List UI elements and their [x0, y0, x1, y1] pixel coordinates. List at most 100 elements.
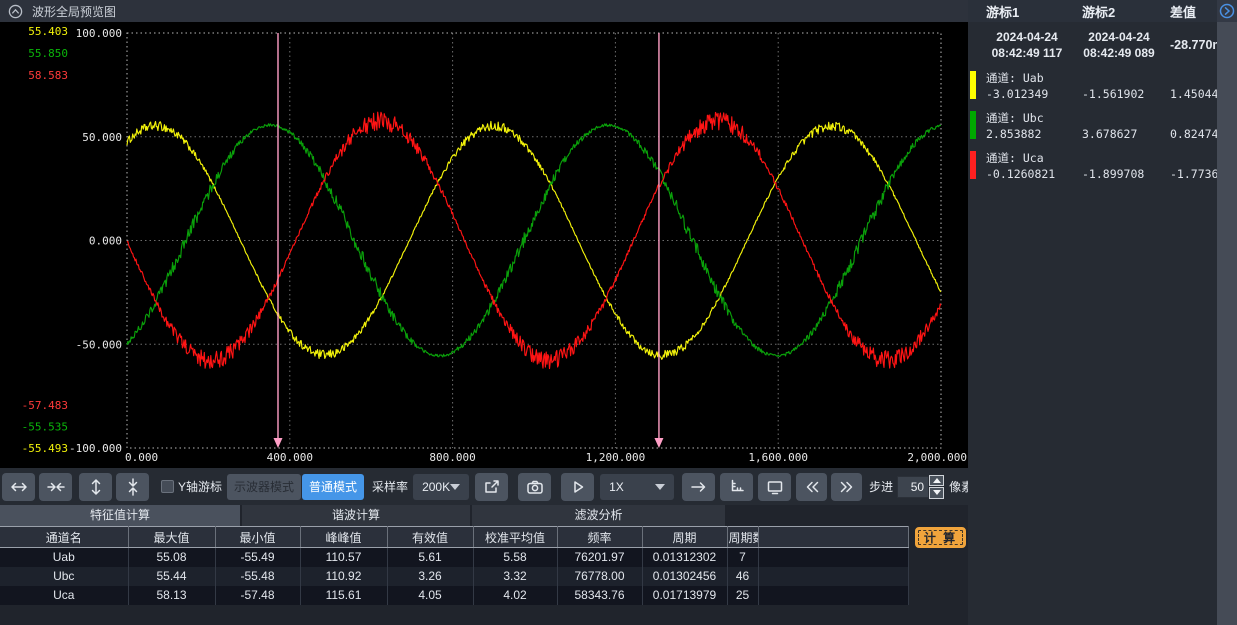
channel-cursor2-value: -1.561902 [1082, 87, 1170, 101]
cell: 5.58 [473, 548, 557, 567]
diff-header: 差值 [1170, 2, 1217, 21]
cursor-arrow-icon[interactable] [273, 438, 282, 448]
y-axis-tick-label: -100.000 [69, 442, 122, 455]
triangle-up-icon [933, 478, 941, 483]
col-channel-name: 通道名 [0, 527, 128, 548]
page-left-button[interactable] [796, 473, 827, 501]
cell: 0.01713979 [642, 586, 727, 605]
table-header-row: 通道名 最大值 最小值 峰峰值 有效值 校准平均值 频率 周期 周期数 [0, 527, 908, 548]
collapse-panel-icon[interactable] [8, 4, 23, 19]
playback-speed-dropdown[interactable]: 1X [600, 474, 674, 500]
y-axis-tick-label: 50.000 [82, 131, 122, 144]
chevron-down-icon [450, 484, 460, 490]
step-size-input[interactable] [897, 476, 929, 498]
expand-vertical-icon [88, 478, 104, 496]
step-increment-button[interactable] [929, 475, 944, 487]
cell: 4.02 [473, 586, 557, 605]
col-calibrated-mean: 校准平均值 [473, 527, 557, 548]
table-row-ubc[interactable]: Ubc55.44-55.48110.923.263.3276778.000.01… [0, 567, 908, 586]
step-decrement-button[interactable] [929, 487, 944, 499]
cursor-channel-ubc: 通道: Ubc 2.853882 3.678627 0.8247445 [968, 110, 1217, 141]
circle-chevron-right-icon [1219, 3, 1235, 19]
panel-expand-button[interactable] [1219, 3, 1235, 19]
playback-speed-value: 1X [609, 480, 624, 494]
waveform-plot: 100.00050.0000.000-50.000-100.0000.00040… [0, 22, 968, 468]
table-row-uab[interactable]: Uab55.08-55.49110.575.615.5876201.970.01… [0, 548, 908, 567]
col-period: 周期 [642, 527, 727, 548]
channel-cursor1-value: -0.1260821 [986, 167, 1082, 181]
x-axis-tick-label: 800.000 [429, 451, 475, 464]
double-chevron-left-icon [804, 479, 820, 495]
cell: 3.32 [473, 567, 557, 586]
cell: -57.48 [215, 586, 300, 605]
y-axis-cursor-checkbox[interactable] [161, 480, 174, 493]
expand-vertical-button[interactable] [79, 473, 112, 501]
channel-min-label: -57.483 [22, 399, 68, 412]
fullscreen-button[interactable] [758, 473, 791, 501]
channel-max-label: 58.583 [28, 69, 68, 82]
x-axis-tick-label: 2,000.000 [907, 451, 967, 464]
cell: Uab [0, 548, 128, 567]
calculate-button[interactable]: 计 算 [915, 527, 966, 548]
channel-cursor2-value: -1.899708 [1082, 167, 1170, 181]
sample-rate-dropdown[interactable]: 200K [413, 474, 469, 500]
screenshot-button[interactable] [518, 473, 551, 501]
compress-horizontal-button[interactable] [39, 473, 72, 501]
cell-empty [758, 548, 908, 567]
normal-mode-button[interactable]: 普通模式 [302, 474, 364, 500]
cursor-channel-uab: 通道: Uab -3.012349 -1.561902 1.450446 [968, 70, 1217, 101]
table-row-uca[interactable]: Uca58.13-57.48115.614.054.0258343.760.01… [0, 586, 908, 605]
col-peak-to-peak: 峰峰值 [300, 527, 387, 548]
cell: 58.13 [128, 586, 215, 605]
waveform-chart[interactable]: 100.00050.0000.000-50.000-100.0000.00040… [0, 22, 968, 468]
cursor2-header: 游标2 [1082, 2, 1170, 21]
cell: -55.48 [215, 567, 300, 586]
col-cycle-count: 周期数 [727, 527, 758, 548]
tab-harmonic-calc[interactable]: 谐波计算 [242, 505, 472, 526]
sample-rate-label: 采样率 [372, 478, 408, 495]
expand-horizontal-icon [10, 479, 28, 495]
chevron-down-icon [655, 484, 665, 490]
col-min: 最小值 [215, 527, 300, 548]
export-icon [483, 479, 500, 495]
channel-name: 通道: Uca [986, 150, 1217, 166]
compress-vertical-button[interactable] [116, 473, 149, 501]
monitor-icon [766, 479, 784, 495]
cell: 110.57 [300, 548, 387, 567]
cursor-arrow-icon[interactable] [654, 438, 663, 448]
compress-vertical-icon [125, 478, 141, 496]
chart-title: 波形全局预览图 [32, 3, 116, 20]
cell: 0.01302456 [642, 567, 727, 586]
cursor1-date: 2024-04-24 [986, 29, 1068, 45]
cell: 25 [727, 586, 758, 605]
x-axis-tick-label: 1,200.000 [586, 451, 646, 464]
channel-max-label: 55.403 [28, 25, 68, 38]
play-button[interactable] [561, 473, 594, 501]
y-axis-tick-label: -50.000 [76, 338, 122, 351]
tab-feature-calc[interactable]: 特征值计算 [0, 505, 242, 526]
expand-horizontal-button[interactable] [2, 473, 35, 501]
measure-button[interactable] [720, 473, 753, 501]
cell: 115.61 [300, 586, 387, 605]
analysis-tabs: 特征值计算 谐波计算 滤波分析 [0, 505, 968, 526]
triangle-down-icon [933, 490, 941, 495]
channel-name: 通道: Uab [986, 70, 1217, 86]
x-axis-tick-label: 400.000 [267, 451, 313, 464]
ruler-icon [728, 479, 745, 495]
col-frequency: 频率 [557, 527, 642, 548]
tab-filter-analysis[interactable]: 滤波分析 [472, 505, 727, 526]
cell: 7 [727, 548, 758, 567]
cell: Ubc [0, 567, 128, 586]
step-forward-button[interactable] [682, 473, 715, 501]
cell: 0.01312302 [642, 548, 727, 567]
cell: 55.08 [128, 548, 215, 567]
oscilloscope-mode-button[interactable]: 示波器模式 [227, 474, 301, 500]
panel-scrollbar-strip [1217, 0, 1237, 625]
y-axis-tick-label: 0.000 [89, 235, 122, 248]
cell-empty [758, 567, 908, 586]
channel-cursor2-value: 3.678627 [1082, 127, 1170, 141]
cell: 55.44 [128, 567, 215, 586]
channel-max-label: 55.850 [28, 47, 68, 60]
page-right-button[interactable] [831, 473, 862, 501]
export-button[interactable] [475, 473, 508, 501]
